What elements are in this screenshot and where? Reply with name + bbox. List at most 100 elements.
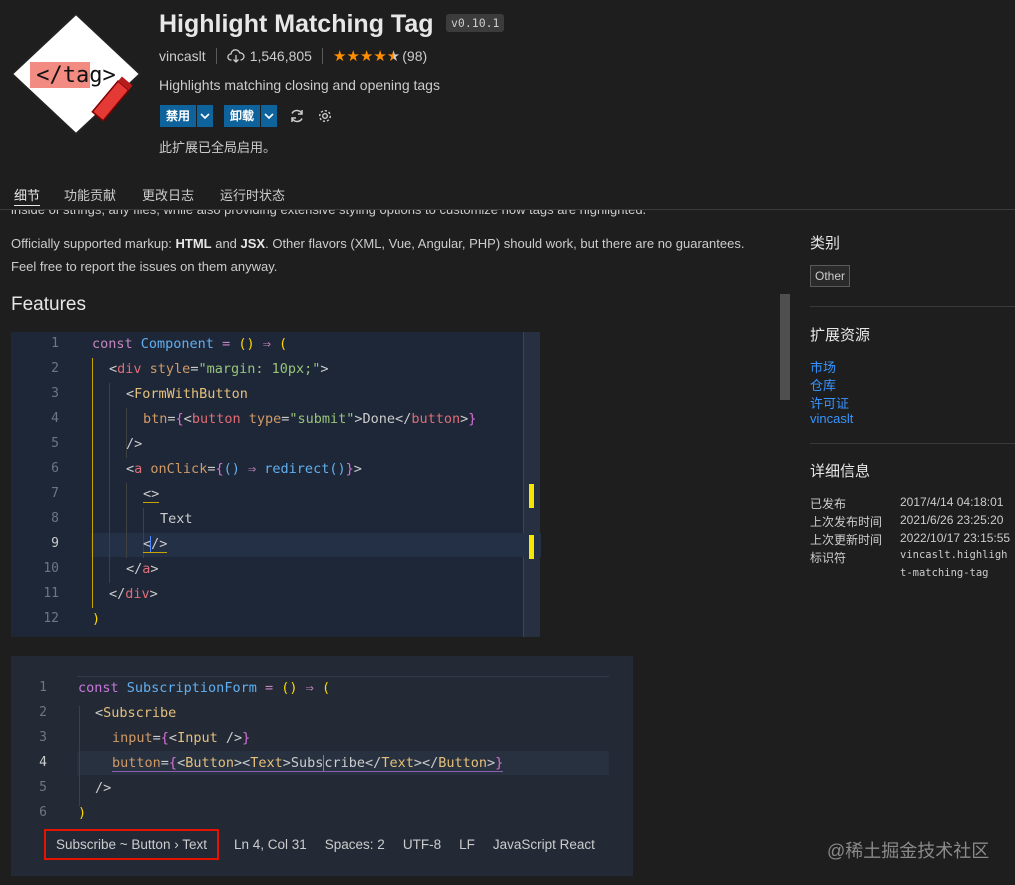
line-number: 4 (51, 411, 59, 426)
action-buttons: 禁用 卸载 (160, 105, 344, 127)
line-number: 2 (51, 361, 59, 376)
detail-value: 2017/4/14 04:18:01 (900, 495, 1004, 509)
line-number: 1 (51, 336, 59, 351)
readme-paragraph: Officially supported markup: HTML and JS… (11, 236, 744, 251)
tabs-divider (0, 209, 1015, 210)
license-link[interactable]: 许可证 (810, 393, 849, 412)
divider (321, 48, 323, 64)
line-number: 6 (39, 805, 47, 820)
tab-runtime-status[interactable]: 运行时状态 (220, 185, 285, 204)
line-number: 5 (39, 780, 47, 795)
line-number-current: 9 (51, 536, 59, 551)
categories-heading: 类别 (810, 235, 841, 252)
code-line: const SubscriptionForm = () ⇒ ( (78, 680, 331, 696)
star-icon: ★ (359, 48, 374, 65)
indent-guide (79, 706, 80, 806)
code-line: <FormWithButton (126, 386, 248, 402)
line-number: 3 (39, 730, 47, 745)
half-star-icon: ★ (386, 48, 401, 65)
code-line: Text (160, 511, 193, 527)
divider (810, 306, 1015, 307)
uninstall-button[interactable]: 卸载 (224, 105, 278, 127)
marketplace-link[interactable]: 市场 (810, 357, 836, 376)
code-line: btn={<button type="submit">Done</button>… (143, 411, 477, 427)
code-line: <div style="margin: 10px;"> (109, 361, 329, 377)
code-line: ) (92, 611, 101, 627)
tab-feature-contributions[interactable]: 功能贡献 (64, 185, 116, 204)
line-number-current: 4 (39, 755, 47, 770)
star-icon: ★ (332, 48, 347, 65)
extension-identifier: vincaslt.highlight-matching-tag (900, 549, 1008, 579)
scrollbar-thumb[interactable] (780, 294, 790, 400)
language-mode[interactable]: JavaScript React (493, 837, 595, 852)
code-line-matched-tag: </> (143, 536, 168, 553)
version-badge: v0.10.1 (446, 14, 505, 32)
extension-logo: </tag> (10, 12, 142, 136)
code-line: <Subscribe (95, 705, 177, 721)
readme-text: Officially supported markup: (11, 236, 176, 251)
line-number: 1 (39, 680, 47, 695)
repository-link[interactable]: 仓库 (810, 375, 836, 394)
extension-description: Highlights matching closing and opening … (159, 77, 440, 93)
gear-icon[interactable] (316, 107, 334, 125)
detail-tabs: 细节 功能贡献 更改日志 运行时状态 (0, 183, 1015, 211)
download-cloud-icon (226, 49, 245, 63)
star-icon: ★ (346, 48, 360, 65)
disable-button-label: 禁用 (166, 109, 191, 123)
end-of-line[interactable]: LF (459, 837, 475, 852)
detail-key: 已发布 (810, 497, 847, 511)
star-icon: ★ (373, 48, 387, 65)
line-number: 5 (51, 436, 59, 451)
resources-heading: 扩展资源 (810, 327, 871, 344)
enabled-status: 此扩展已全局启用。 (159, 140, 277, 155)
features-heading: Features (11, 294, 86, 315)
detail-key: 标识符 (810, 551, 847, 565)
divider (215, 48, 217, 64)
detail-value: 2021/6/26 23:25:20 (900, 513, 1004, 527)
sync-icon[interactable] (288, 107, 306, 125)
extension-meta: vincaslt 1,546,805 ★★★★★ (98) (159, 47, 427, 65)
code-line: const Component = () ⇒ ( (92, 336, 288, 352)
readme-paragraph: Feel free to report the issues on them a… (11, 259, 278, 274)
publisher-link[interactable]: vincaslt (810, 411, 853, 426)
line-number: 6 (51, 461, 59, 476)
tab-changelog[interactable]: 更改日志 (142, 185, 194, 204)
readme-bold: HTML (175, 236, 212, 251)
line-number: 11 (43, 586, 59, 601)
code-line: ) (78, 805, 87, 821)
extension-title: Highlight Matching Tag (159, 10, 434, 38)
watermark: @稀土掘金技术社区 (827, 841, 990, 861)
line-number: 3 (51, 386, 59, 401)
cursor-position[interactable]: Ln 4, Col 31 (234, 837, 307, 852)
install-count: 1,546,805 (249, 48, 312, 64)
minimap-match-marker (529, 535, 534, 559)
readme-text: and (211, 236, 241, 251)
line-number: 12 (43, 611, 59, 626)
code-sample-1: 1 2 3 4 5 6 7 8 9 10 11 12 const Compone… (11, 332, 541, 637)
chevron-down-icon[interactable] (196, 105, 213, 127)
chevron-down-icon[interactable] (260, 105, 277, 127)
code-line: /> (95, 780, 112, 796)
rating-count[interactable]: (98) (402, 48, 427, 64)
code-line-matched-tag: <> (143, 486, 160, 503)
line-number: 10 (43, 561, 59, 576)
editor-statusbar: Subscribe ~ Button › Text Ln 4, Col 31 S… (44, 828, 613, 860)
line-number: 8 (51, 511, 59, 526)
encoding[interactable]: UTF-8 (403, 837, 441, 852)
disable-button[interactable]: 禁用 (160, 105, 214, 127)
minimap-match-marker (529, 484, 534, 508)
category-badge[interactable]: Other (810, 265, 851, 287)
minimap-divider (523, 332, 524, 637)
detail-key: 上次发布时间 (810, 515, 883, 529)
tag-breadcrumb[interactable]: Subscribe ~ Button › Text (44, 828, 219, 860)
indentation[interactable]: Spaces: 2 (325, 837, 385, 852)
tab-details[interactable]: 细节 (14, 185, 41, 206)
publisher-link[interactable]: vincaslt (159, 48, 206, 64)
indent-guide (109, 383, 110, 583)
code-line: <a onClick={() ⇒ redirect()}> (126, 461, 362, 477)
rating-stars[interactable]: ★★★★★ (333, 47, 400, 65)
detail-value: 2022/10/17 23:15:55 (900, 531, 1011, 545)
details-heading: 详细信息 (810, 463, 871, 480)
code-line: input={<Input />} (112, 730, 251, 746)
code-line: /> (126, 436, 143, 452)
